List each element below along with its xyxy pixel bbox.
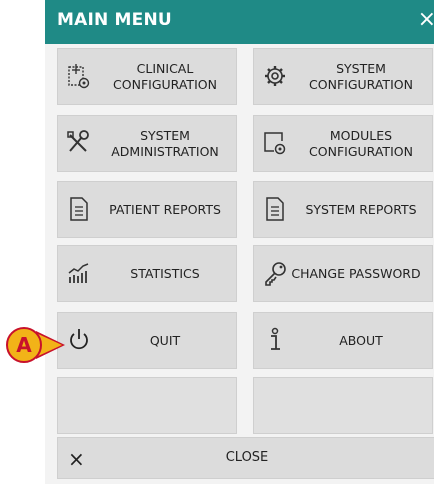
patient-reports-button[interactable]: PATIENT REPORTS	[57, 181, 237, 238]
clinical-config-icon	[68, 64, 90, 89]
menu-header: MAIN MENU ×	[45, 0, 434, 44]
tile-label: SYSTEM	[140, 127, 190, 143]
tile-label: CONFIGURATION	[309, 143, 413, 159]
statistics-button[interactable]: STATISTICS	[57, 245, 237, 302]
system-reports-button[interactable]: SYSTEM REPORTS	[253, 181, 433, 238]
tile-label: CONFIGURATION	[309, 76, 413, 92]
empty-tile-right	[253, 377, 433, 434]
tile-label: STATISTICS	[130, 265, 200, 281]
clinical-configuration-button[interactable]: CLINICAL CONFIGURATION	[57, 48, 237, 105]
tile-label: PATIENT REPORTS	[109, 201, 221, 217]
gear-icon	[265, 66, 285, 86]
info-icon	[271, 327, 280, 350]
tile-label: ABOUT	[339, 332, 383, 348]
chart-icon	[68, 263, 89, 283]
change-password-button[interactable]: CHANGE PASSWORD	[253, 245, 433, 302]
tile-label: CLINICAL	[136, 60, 194, 76]
empty-tile-left	[57, 377, 237, 434]
modules-configuration-button[interactable]: MODULES CONFIGURATION	[253, 115, 433, 172]
close-icon[interactable]: ×	[418, 9, 434, 31]
menu-title: MAIN MENU	[57, 10, 172, 30]
report-icon	[70, 197, 88, 221]
tile-label: ADMINISTRATION	[111, 143, 219, 159]
tile-label: QUIT	[149, 332, 181, 348]
power-icon	[70, 329, 88, 350]
system-administration-button[interactable]: SYSTEM ADMINISTRATION	[57, 115, 237, 172]
close-button[interactable]: × CLOSE	[57, 437, 434, 479]
callout-label: A	[16, 333, 32, 357]
tools-icon	[67, 130, 89, 152]
tile-label: SYSTEM REPORTS	[305, 201, 417, 217]
tile-label: CHANGE PASSWORD	[291, 265, 421, 281]
callout-badge: A	[6, 327, 42, 363]
system-configuration-button[interactable]: SYSTEM CONFIGURATION	[253, 48, 433, 105]
about-button[interactable]: ABOUT	[253, 312, 433, 369]
tile-label: SYSTEM	[336, 60, 386, 76]
main-menu: MAIN MENU × CLINICAL CONFIGURATION SYSTE…	[45, 0, 434, 484]
tile-label: MODULES	[329, 127, 393, 143]
tile-label: CONFIGURATION	[113, 76, 217, 92]
report-icon	[266, 197, 284, 221]
modules-config-icon	[264, 132, 286, 155]
close-label: CLOSE	[225, 450, 269, 465]
quit-button[interactable]: QUIT	[57, 312, 237, 369]
